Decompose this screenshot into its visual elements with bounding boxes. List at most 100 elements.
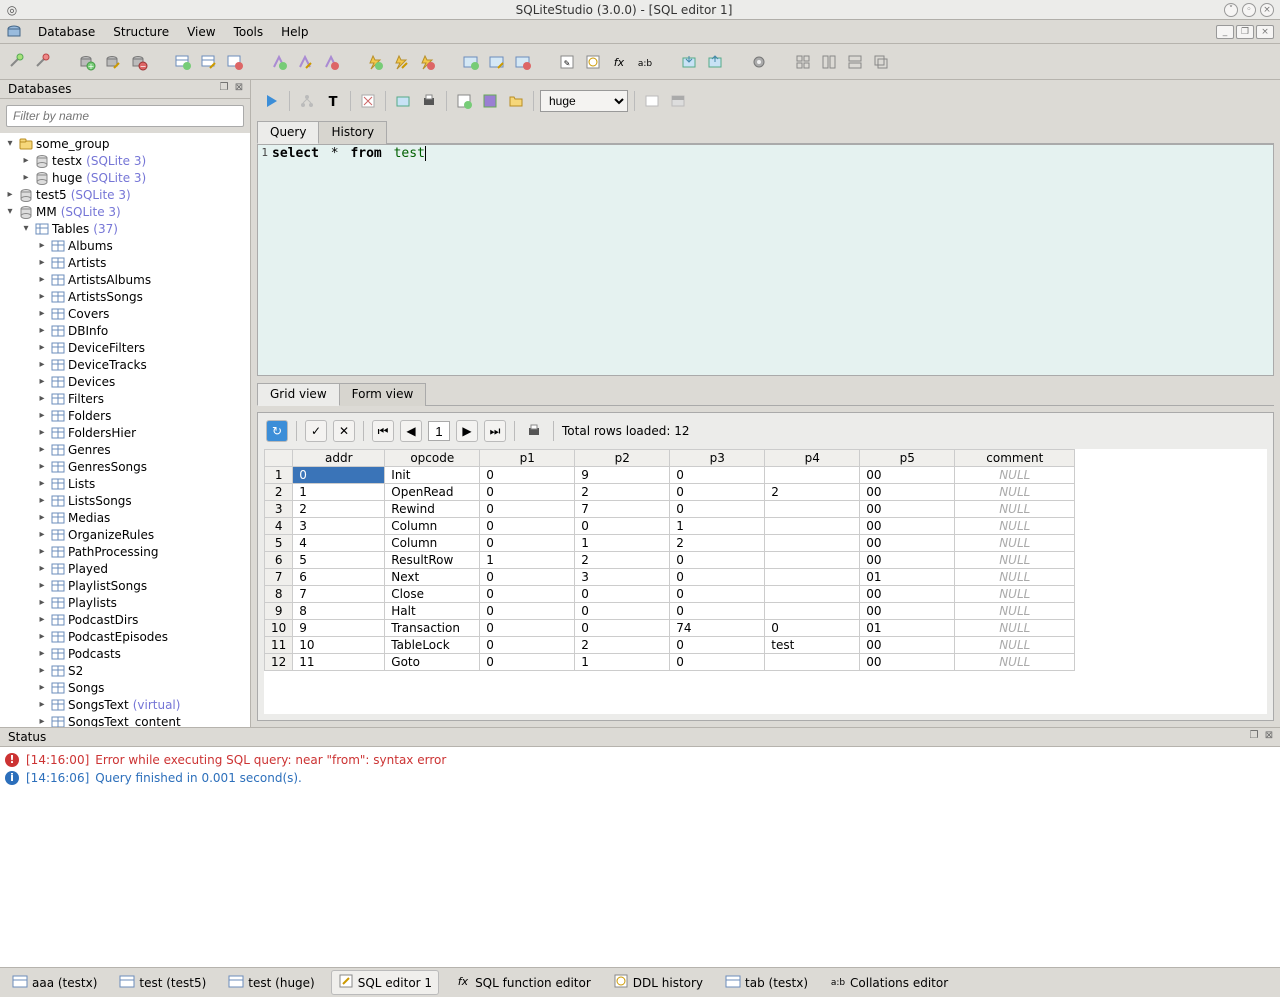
- tree-arrow-icon[interactable]: ▾: [20, 223, 32, 234]
- table-row[interactable]: 43Column00100NULL: [265, 518, 1075, 535]
- tree-item[interactable]: ▸Covers: [0, 305, 250, 322]
- cell[interactable]: 0: [670, 654, 765, 671]
- column-header[interactable]: p3: [670, 450, 765, 467]
- cell[interactable]: 2: [575, 552, 670, 569]
- delete-trigger-icon[interactable]: [416, 51, 438, 73]
- cell[interactable]: 1: [480, 552, 575, 569]
- cell[interactable]: [765, 518, 860, 535]
- remove-db-icon[interactable]: −: [128, 51, 150, 73]
- cell[interactable]: 3: [575, 569, 670, 586]
- tree-item[interactable]: ▸ListsSongs: [0, 492, 250, 509]
- cell[interactable]: 0: [480, 535, 575, 552]
- status-float-icon[interactable]: ❐: [1247, 730, 1261, 744]
- tree-item[interactable]: ▸PathProcessing: [0, 543, 250, 560]
- tree-item[interactable]: ▸Filters: [0, 390, 250, 407]
- tree-item[interactable]: ▸Albums: [0, 237, 250, 254]
- cell[interactable]: 6: [293, 569, 385, 586]
- cell[interactable]: test: [765, 637, 860, 654]
- cell[interactable]: Next: [385, 569, 480, 586]
- cell[interactable]: 0: [575, 518, 670, 535]
- column-header[interactable]: p2: [575, 450, 670, 467]
- tree-item[interactable]: ▸DeviceTracks: [0, 356, 250, 373]
- database-select[interactable]: huge: [540, 90, 628, 112]
- cascade-icon[interactable]: [870, 51, 892, 73]
- refresh-icon[interactable]: ↻: [266, 420, 288, 442]
- window-tab[interactable]: test (test5): [113, 971, 212, 994]
- tree-arrow-icon[interactable]: ▸: [36, 682, 48, 693]
- print-icon[interactable]: [418, 90, 440, 112]
- tab-form-view[interactable]: Form view: [339, 383, 427, 406]
- last-page-icon[interactable]: ⏭: [484, 420, 506, 442]
- tree-arrow-icon[interactable]: ▸: [36, 325, 48, 336]
- add-db-icon[interactable]: +: [76, 51, 98, 73]
- cell[interactable]: 0: [670, 552, 765, 569]
- panel-close-icon[interactable]: ⊠: [232, 82, 246, 96]
- table-row[interactable]: 32Rewind07000NULL: [265, 501, 1075, 518]
- cell[interactable]: Close: [385, 586, 480, 603]
- tree-arrow-icon[interactable]: ▸: [4, 189, 16, 200]
- tree-arrow-icon[interactable]: ▸: [36, 257, 48, 268]
- cell[interactable]: [765, 535, 860, 552]
- cell[interactable]: 2: [293, 501, 385, 518]
- delete-table-icon[interactable]: [224, 51, 246, 73]
- delete-view-icon[interactable]: [512, 51, 534, 73]
- edit-table-icon[interactable]: [198, 51, 220, 73]
- close-icon[interactable]: ×: [1260, 3, 1274, 17]
- cell[interactable]: 0: [480, 654, 575, 671]
- new-view-icon[interactable]: [460, 51, 482, 73]
- cell[interactable]: [765, 586, 860, 603]
- tree-arrow-icon[interactable]: ▸: [36, 291, 48, 302]
- maximize-icon[interactable]: ◦: [1242, 3, 1256, 17]
- minimize-icon[interactable]: ˅: [1224, 3, 1238, 17]
- cell[interactable]: 00: [860, 654, 955, 671]
- cell[interactable]: 5: [293, 552, 385, 569]
- next-page-icon[interactable]: ▶: [456, 420, 478, 442]
- column-header[interactable]: p1: [480, 450, 575, 467]
- cell[interactable]: Column: [385, 518, 480, 535]
- tree-item[interactable]: ▸DBInfo: [0, 322, 250, 339]
- tree-item[interactable]: ▸huge(SQLite 3): [0, 169, 250, 186]
- tab-query[interactable]: Query: [257, 121, 319, 144]
- tree-item[interactable]: ▸GenresSongs: [0, 458, 250, 475]
- ddl-history-icon[interactable]: [582, 51, 604, 73]
- window-tab[interactable]: tab (testx): [719, 971, 814, 994]
- cell[interactable]: 0: [575, 620, 670, 637]
- window-tab[interactable]: test (huge): [222, 971, 320, 994]
- window-menu-icon[interactable]: ◎: [0, 3, 24, 17]
- tree-item[interactable]: ▸ArtistsAlbums: [0, 271, 250, 288]
- execute-query-icon[interactable]: [261, 90, 283, 112]
- cell[interactable]: 00: [860, 501, 955, 518]
- cell[interactable]: 7: [293, 586, 385, 603]
- tree-arrow-icon[interactable]: ▾: [4, 206, 16, 217]
- cell[interactable]: 2: [575, 637, 670, 654]
- cell[interactable]: Transaction: [385, 620, 480, 637]
- new-table-icon[interactable]: [172, 51, 194, 73]
- cell[interactable]: 4: [293, 535, 385, 552]
- window-tab[interactable]: fxSQL function editor: [449, 971, 597, 994]
- edit-db-icon[interactable]: [102, 51, 124, 73]
- cell[interactable]: 00: [860, 467, 955, 484]
- rollback-icon[interactable]: ✕: [333, 420, 355, 442]
- page-input[interactable]: [428, 421, 450, 441]
- tree-arrow-icon[interactable]: ▸: [36, 410, 48, 421]
- tree-item[interactable]: ▸PlaylistSongs: [0, 577, 250, 594]
- settings-icon[interactable]: [748, 51, 770, 73]
- cell[interactable]: 11: [293, 654, 385, 671]
- new-index-icon[interactable]: [268, 51, 290, 73]
- tree-item[interactable]: ▸PodcastEpisodes: [0, 628, 250, 645]
- cell[interactable]: 00: [860, 586, 955, 603]
- table-row[interactable]: 76Next03001NULL: [265, 569, 1075, 586]
- cell[interactable]: Column: [385, 535, 480, 552]
- cell[interactable]: 1: [575, 535, 670, 552]
- disconnect-db-icon[interactable]: [32, 51, 54, 73]
- tree-item[interactable]: ▸SongsText(virtual): [0, 696, 250, 713]
- cell[interactable]: 0: [480, 518, 575, 535]
- cell[interactable]: NULL: [955, 603, 1075, 620]
- cell[interactable]: 8: [293, 603, 385, 620]
- tree-arrow-icon[interactable]: ▸: [36, 580, 48, 591]
- tree-arrow-icon[interactable]: ▸: [36, 529, 48, 540]
- table-row[interactable]: 109Transaction0074001NULL: [265, 620, 1075, 637]
- import-icon[interactable]: [678, 51, 700, 73]
- cell[interactable]: 0: [293, 467, 385, 484]
- cell[interactable]: ResultRow: [385, 552, 480, 569]
